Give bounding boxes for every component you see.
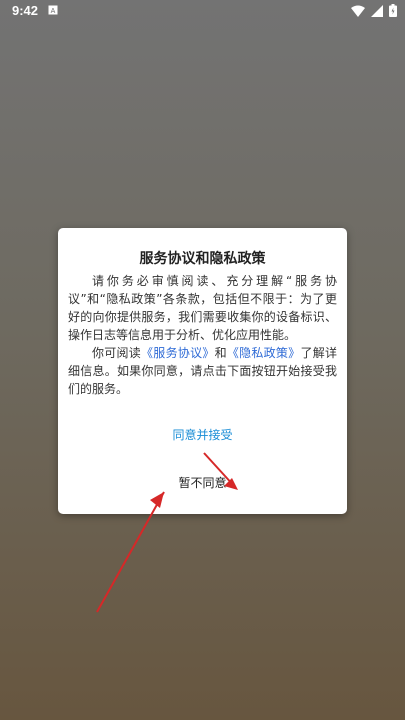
decline-button[interactable]: 暂不同意 xyxy=(58,474,347,491)
a-square-icon: A xyxy=(48,5,58,15)
status-bar: 9:42 A xyxy=(0,0,405,24)
paragraph-2-and: 和 xyxy=(214,346,227,360)
dialog-paragraph-1: 请你务必审慎阅读、充分理解“服务协议”和“隐私政策”各条款，包括但不限于：为了更… xyxy=(68,274,337,342)
dialog-paragraph-2: 你可阅读《服务协议》和《隐私政策》了解详细信息。如果你同意，请点击下面按钮开始接… xyxy=(68,344,337,398)
paragraph-2-prefix: 你可阅读 xyxy=(92,346,142,360)
privacy-policy-link[interactable]: 《隐私政策》 xyxy=(227,346,301,360)
status-icons xyxy=(351,4,397,17)
signal-icon xyxy=(371,4,383,17)
battery-icon xyxy=(389,4,397,17)
dialog-body: 请你务必审慎阅读、充分理解“服务协议”和“隐私政策”各条款，包括但不限于：为了更… xyxy=(68,272,337,398)
service-agreement-link[interactable]: 《服务协议》 xyxy=(141,346,215,360)
status-time: 9:42 xyxy=(12,3,39,18)
accept-button[interactable]: 同意并接受 xyxy=(58,426,347,443)
wifi-icon xyxy=(351,5,365,17)
agreement-dialog: 服务协议和隐私政策 请你务必审慎阅读、充分理解“服务协议”和“隐私政策”各条款，… xyxy=(58,228,347,514)
dialog-title: 服务协议和隐私政策 xyxy=(139,251,266,267)
svg-text:A: A xyxy=(51,8,56,15)
